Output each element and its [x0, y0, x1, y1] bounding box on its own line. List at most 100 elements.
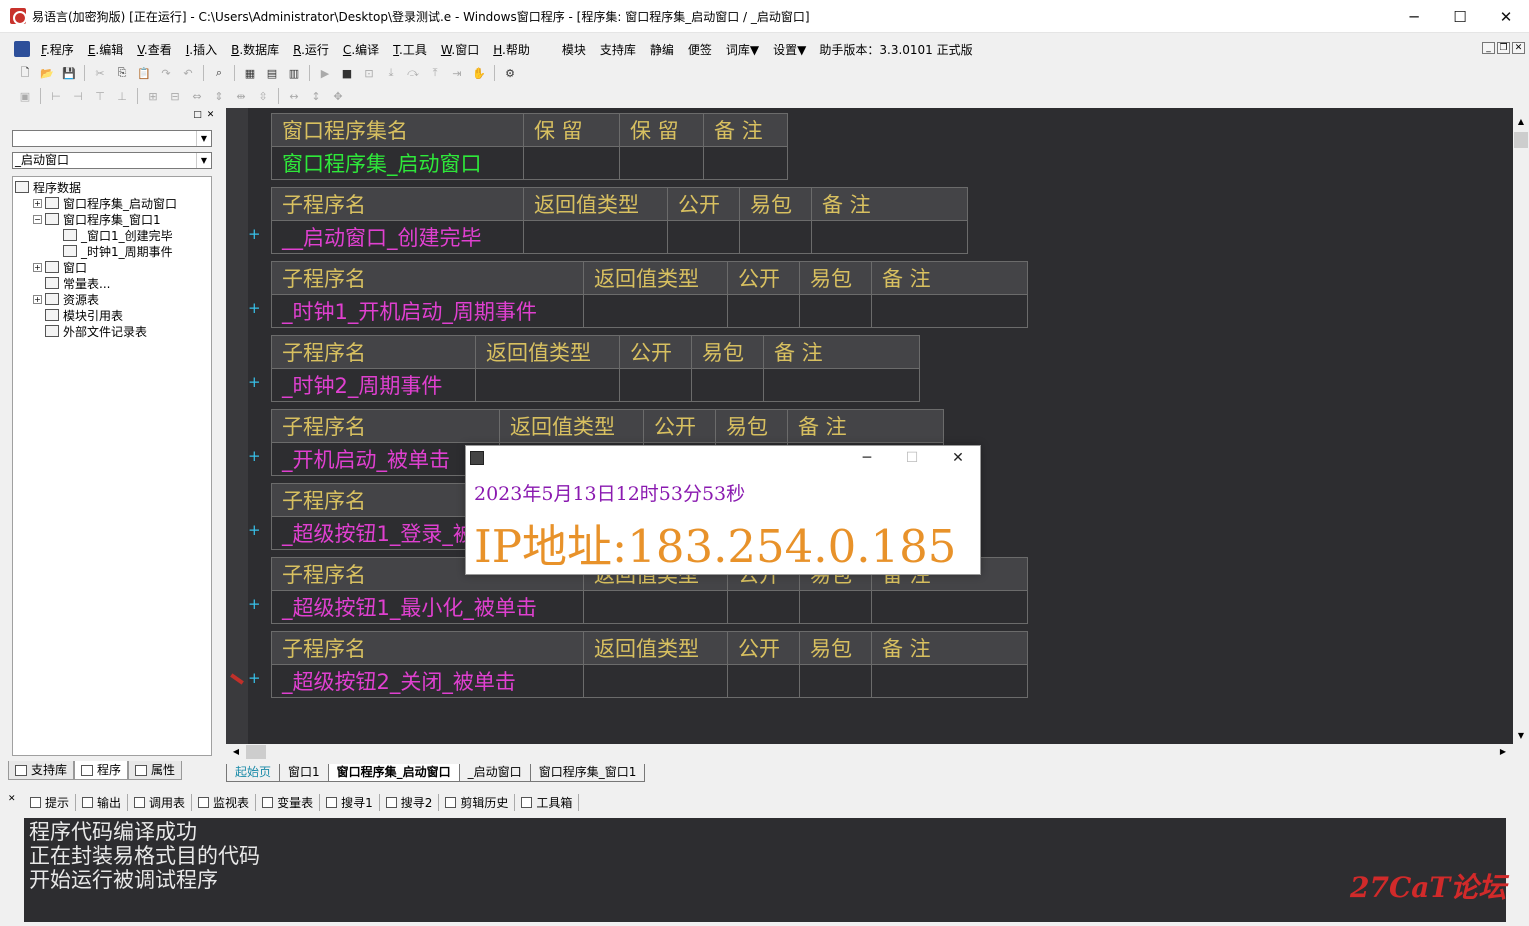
sub-field-cell[interactable] — [583, 590, 728, 624]
mdi-minimize-button[interactable]: _ — [1482, 42, 1495, 54]
tab-start-window[interactable]: _启动窗口 — [458, 764, 531, 782]
tab-variables[interactable]: 变量表 — [256, 793, 321, 811]
tree-item[interactable]: + 窗口程序集_启动窗口 — [13, 195, 211, 211]
menu-help[interactable]: H.帮助 — [486, 41, 537, 58]
editor-vertical-scrollbar[interactable]: ▲ ▼ — [1513, 108, 1529, 744]
sub-field-cell[interactable] — [871, 294, 1028, 328]
cut-icon[interactable]: ✂ — [91, 65, 109, 81]
expand-icon[interactable]: + — [33, 262, 42, 272]
layout-3-icon[interactable]: ▥ — [285, 65, 303, 81]
scroll-thumb[interactable] — [246, 745, 266, 759]
popup-minimize-button[interactable]: ─ — [852, 448, 882, 468]
paste-icon[interactable]: 📋 — [135, 65, 153, 81]
sub-field-cell[interactable] — [619, 368, 692, 402]
tab-output[interactable]: 输出 — [76, 793, 129, 811]
sub-name-cell[interactable]: __启动窗口_创建完毕 — [271, 220, 524, 254]
output-panel[interactable]: 程序代码编译成功 正在封装易格式目的代码 开始运行被调试程序 — [24, 818, 1506, 922]
center-h-icon[interactable]: ⊞ — [144, 88, 162, 104]
step-over-icon[interactable]: ⤼ — [404, 65, 422, 81]
scroll-down-icon[interactable]: ▼ — [1513, 728, 1529, 744]
tab-support-lib[interactable]: 支持库 — [8, 761, 75, 780]
expand-sub-icon[interactable]: + — [248, 299, 261, 317]
sub-field-cell[interactable] — [727, 664, 800, 698]
sub-field-cell[interactable] — [799, 294, 872, 328]
find-icon[interactable]: ⌕ — [210, 65, 228, 81]
bottom-panel-close-icon[interactable]: ✕ — [8, 794, 16, 804]
panel-pin-icon[interactable]: □ — [192, 110, 203, 121]
menu-static-compile[interactable]: 静编 — [643, 41, 681, 58]
sub-name-cell[interactable]: _时钟1_开机启动_周期事件 — [271, 294, 584, 328]
menu-window[interactable]: W.窗口 — [434, 41, 486, 58]
menu-settings[interactable]: 设置▼ — [766, 41, 813, 58]
sub-field-cell[interactable] — [871, 664, 1028, 698]
redo-icon[interactable]: ↷ — [157, 65, 175, 81]
run-to-cursor-icon[interactable]: ⇥ — [448, 65, 466, 81]
minimize-button[interactable]: ─ — [1391, 0, 1437, 33]
tab-clip-history[interactable]: 剪辑历史 — [439, 793, 516, 811]
program-tree[interactable]: 程序数据 + 窗口程序集_启动窗口 − 窗口程序集_窗口1 _窗口1_创建完毕 _时钟1_周… — [12, 176, 212, 756]
scroll-right-icon[interactable]: ▶ — [1495, 744, 1511, 760]
panel-close-icon[interactable]: ✕ — [205, 110, 216, 121]
sub-field-cell[interactable] — [739, 220, 812, 254]
tab-window1[interactable]: 窗口1 — [279, 764, 329, 782]
tab-hint[interactable]: 提示 — [24, 793, 77, 811]
tree-item[interactable]: 常量表... — [13, 275, 211, 291]
menu-edit[interactable]: E.编辑 — [81, 41, 130, 58]
scroll-left-icon[interactable]: ◀ — [228, 744, 244, 760]
menu-database[interactable]: B.数据库 — [224, 41, 286, 58]
copy-icon[interactable]: ⎘ — [113, 65, 131, 81]
menu-module[interactable]: 模块 — [555, 41, 593, 58]
tree-item[interactable]: + 窗口 — [13, 259, 211, 275]
menu-compile[interactable]: C.编译 — [336, 41, 386, 58]
output-scrollbar[interactable] — [1506, 818, 1523, 922]
tree-item[interactable]: + 资源表 — [13, 291, 211, 307]
open-folder-icon[interactable]: 📂 — [38, 65, 56, 81]
center-v-icon[interactable]: ⊟ — [166, 88, 184, 104]
sub-name-cell[interactable]: _超级按钮2_关闭_被单击 — [271, 664, 584, 698]
same-height-icon[interactable]: ⇕ — [210, 88, 228, 104]
sub-field-cell[interactable] — [763, 368, 920, 402]
expand-sub-icon[interactable]: + — [248, 373, 261, 391]
tree-item[interactable]: − 窗口程序集_窗口1 — [13, 211, 211, 227]
tab-assembly-window1[interactable]: 窗口程序集_窗口1 — [529, 764, 646, 782]
reserved-cell[interactable] — [619, 146, 704, 180]
expand-icon[interactable]: + — [33, 198, 42, 208]
expand-sub-icon[interactable]: + — [248, 595, 261, 613]
sub-field-cell[interactable] — [475, 368, 620, 402]
space-h-icon[interactable]: ⇹ — [232, 88, 250, 104]
menu-thesaurus[interactable]: 词库▼ — [719, 41, 766, 58]
tab-search2[interactable]: 搜寻2 — [380, 793, 440, 811]
align-top-icon[interactable]: ⊤ — [91, 88, 109, 104]
helper-icon[interactable]: ⚙ — [501, 65, 519, 81]
layout-2-icon[interactable]: ▤ — [263, 65, 281, 81]
hand-icon[interactable]: ✋ — [470, 65, 488, 81]
sub-field-cell[interactable] — [799, 590, 872, 624]
new-file-icon[interactable]: 🗋 — [16, 65, 34, 81]
debug-1-icon[interactable]: ⊡ — [360, 65, 378, 81]
size-h-icon[interactable]: ↔ — [285, 88, 303, 104]
scroll-thumb[interactable] — [1514, 132, 1528, 148]
menu-notes[interactable]: 便签 — [681, 41, 719, 58]
undo-icon[interactable]: ↶ — [179, 65, 197, 81]
popup-close-button[interactable]: ✕ — [943, 448, 973, 468]
tab-program[interactable]: 程序 — [74, 761, 129, 780]
sub-field-cell[interactable] — [799, 664, 872, 698]
sub-name-cell[interactable]: _时钟2_周期事件 — [271, 368, 476, 402]
step-out-icon[interactable]: ⤒ — [426, 65, 444, 81]
popup-maximize-button[interactable]: ☐ — [897, 448, 927, 468]
tab-toolbox[interactable]: 工具箱 — [515, 793, 580, 811]
tab-watch[interactable]: 监视表 — [192, 793, 257, 811]
menu-run[interactable]: R.运行 — [286, 41, 336, 58]
assembly-name-cell[interactable]: 窗口程序集_启动窗口 — [271, 146, 524, 180]
assembly-combo[interactable]: ▼ — [12, 130, 212, 147]
align-grid-icon[interactable]: ▣ — [16, 88, 34, 104]
tab-search1[interactable]: 搜寻1 — [320, 793, 380, 811]
tab-assembly-start-window[interactable]: 窗口程序集_启动窗口 — [327, 764, 460, 782]
menu-tools[interactable]: T.工具 — [386, 41, 434, 58]
tree-item[interactable]: _时钟1_周期事件 — [13, 243, 211, 259]
expand-sub-icon[interactable]: + — [248, 669, 261, 687]
expand-sub-icon[interactable]: + — [248, 521, 261, 539]
save-icon[interactable]: 💾 — [60, 65, 78, 81]
run-icon[interactable]: ▶ — [316, 65, 334, 81]
collapse-icon[interactable]: − — [33, 214, 42, 224]
